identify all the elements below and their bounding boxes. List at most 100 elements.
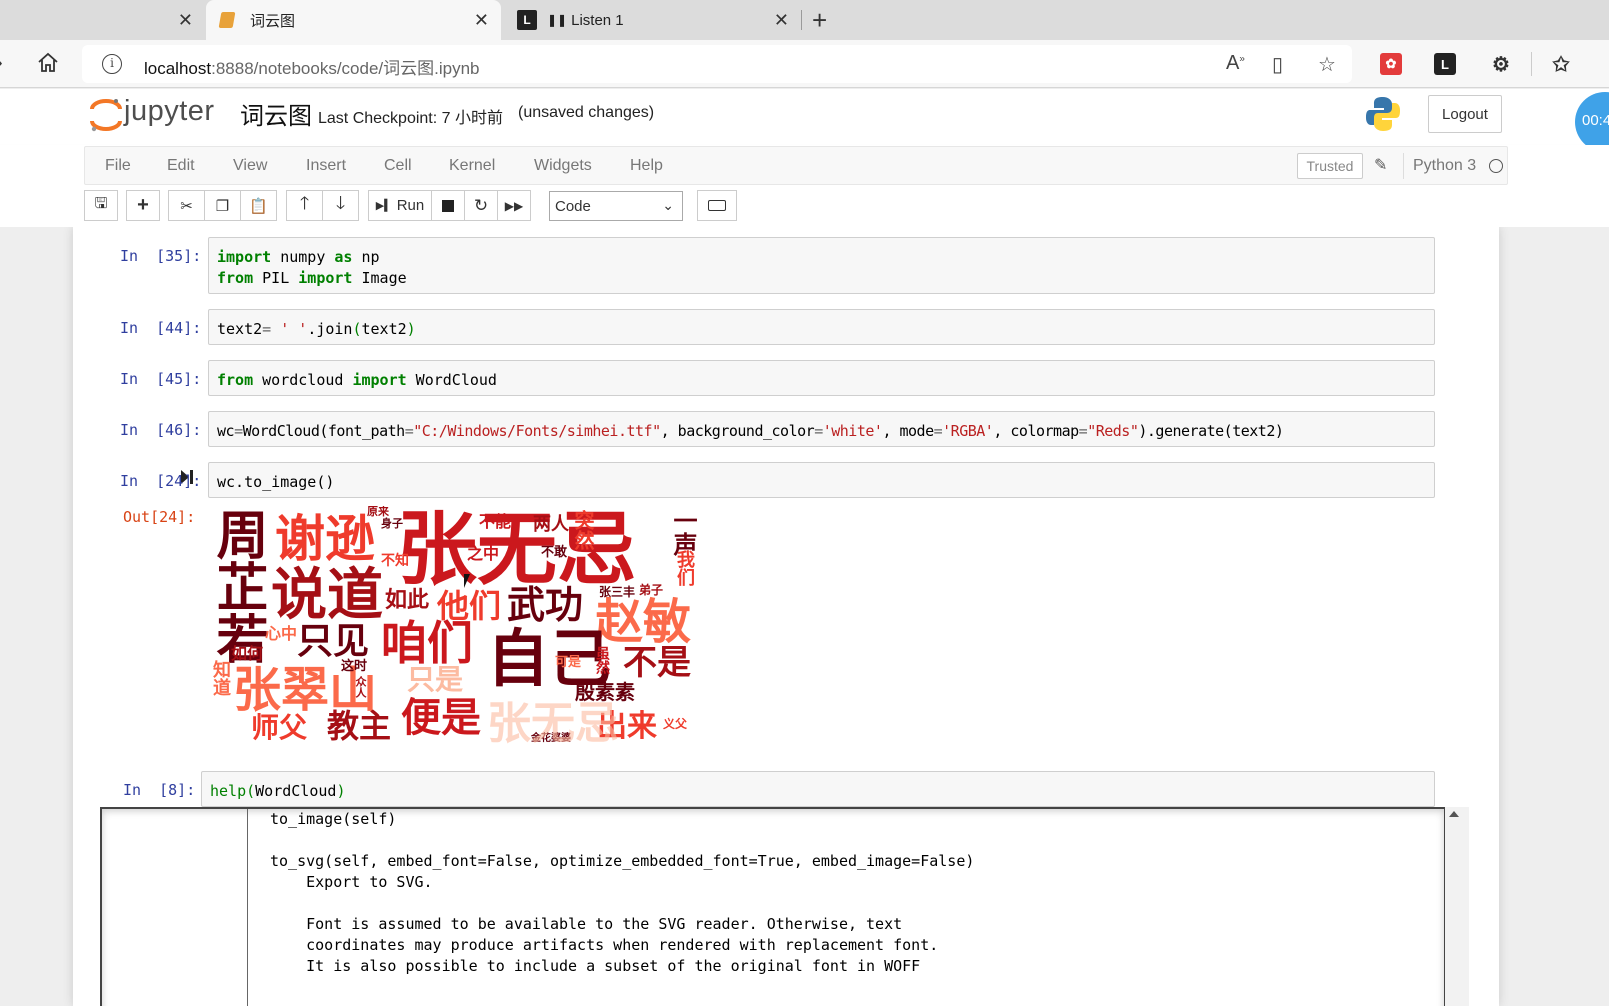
address-bar[interactable]: i localhost:8888/notebooks/code/词云图.ipyn… — [82, 45, 1352, 83]
url-text: localhost:8888/notebooks/code/词云图.ipynb — [144, 59, 480, 78]
read-aloud-icon[interactable]: A» — [1226, 52, 1245, 75]
add-favorite-icon[interactable]: ☆ — [1318, 52, 1336, 77]
menu-file[interactable]: File — [105, 157, 131, 175]
notebook-page: In [35]: import numpy as np from PIL imp… — [73, 227, 1499, 1006]
home-icon[interactable] — [36, 51, 60, 75]
save-icon: 🖫 — [94, 195, 108, 212]
menu-edit[interactable]: Edit — [167, 157, 195, 175]
wordcloud-word: 只见 — [297, 621, 370, 662]
kernel-status-icon — [1489, 159, 1503, 173]
help-scrollbar[interactable] — [1445, 807, 1469, 1006]
browser-tab-bar: ✕ 词云图 ✕ L ❚❚ Listen 1 ✕ + — [0, 0, 1609, 40]
cut-button[interactable]: ✂ — [168, 190, 205, 221]
notebook-menubar-area: File Edit View Insert Cell Kernel Widget… — [0, 145, 1609, 227]
wordcloud-word: 可是 — [555, 655, 582, 670]
notebook-container[interactable]: In [35]: import numpy as np from PIL imp… — [0, 227, 1609, 1006]
browser-toolbar: › i localhost:8888/notebooks/code/词云图.ip… — [0, 40, 1609, 88]
insert-cell-button[interactable]: + — [126, 190, 160, 221]
interrupt-button[interactable] — [431, 190, 465, 221]
wordcloud-word: 弟子 — [639, 583, 664, 597]
restart-run-all-button[interactable]: ▶▶ — [497, 190, 531, 221]
trusted-indicator[interactable]: Trusted — [1297, 153, 1363, 179]
wordcloud-word: 教主 — [327, 707, 392, 745]
code-cell-input[interactable]: text2= ' '.join(text2) — [208, 309, 1435, 345]
keyboard-icon — [708, 200, 726, 211]
paste-button[interactable]: 📋 — [240, 190, 277, 221]
paste-icon: 📋 — [249, 197, 268, 215]
code-cell-input[interactable]: wc=WordCloud(font_path="C:/Windows/Fonts… — [208, 411, 1435, 447]
wordcloud-image: 张无忌 谢逊 说道 周芷若 赵敏 自己 咱们 他们 武功 只见 张翠山 便是 教… — [211, 506, 701, 749]
wordcloud-word: 武功 — [507, 583, 584, 627]
wordcloud-word: 突然 — [571, 510, 595, 550]
wordcloud-word: 他们 — [437, 587, 502, 625]
close-tab-icon[interactable]: ✕ — [774, 10, 789, 31]
copy-button[interactable]: ❐ — [204, 190, 241, 221]
menu-kernel[interactable]: Kernel — [449, 157, 495, 175]
wordcloud-word: 师父 — [251, 711, 308, 744]
browser-tab-listen[interactable]: L ❚❚ Listen 1 ✕ — [505, 0, 801, 40]
extensions-puzzle-icon[interactable]: ⚙ — [1490, 53, 1512, 76]
tab-title: 词云图 — [250, 12, 296, 30]
wordcloud-word: 如何 — [231, 644, 264, 663]
copy-icon: ❐ — [215, 197, 230, 215]
extension-red-icon[interactable]: ✿ — [1380, 53, 1402, 75]
menu-widgets[interactable]: Widgets — [534, 157, 592, 175]
browser-tab-active[interactable]: 词云图 ✕ — [206, 0, 501, 40]
checkpoint-status: Last Checkpoint: 7 小时前 — [318, 110, 503, 127]
restart-button[interactable]: ↻ — [464, 190, 498, 221]
menu-view[interactable]: View — [233, 157, 267, 175]
output-prompt: Out[24]: — [123, 508, 196, 526]
wordcloud-word: 不敢 — [541, 545, 568, 560]
command-palette-button[interactable] — [697, 190, 737, 221]
info-icon[interactable]: i — [102, 54, 122, 74]
wordcloud-word: 这时 — [341, 659, 368, 674]
cell-prompt: In [24]: — [120, 472, 202, 490]
close-tab-icon[interactable]: ✕ — [474, 10, 489, 31]
close-tab-icon[interactable]: ✕ — [178, 10, 193, 31]
wordcloud-word: 虽然 — [594, 646, 610, 674]
tab-separator — [801, 10, 802, 30]
wordcloud-word: 身子 — [381, 517, 403, 530]
scroll-up-icon[interactable] — [1449, 811, 1459, 817]
tab-title: Listen 1 — [571, 11, 624, 29]
menu-cell[interactable]: Cell — [384, 157, 412, 175]
cell-type-select[interactable]: Code ⌄ — [549, 191, 683, 221]
cell-prompt: In [8]: — [123, 781, 196, 799]
wordcloud-word: 心中 — [265, 624, 298, 643]
wordcloud-word: 张无忌 — [397, 506, 637, 596]
browser-tab-previous[interactable]: ✕ — [0, 0, 205, 40]
help-pipe-bar — [247, 809, 248, 1006]
menu-insert[interactable]: Insert — [306, 157, 346, 175]
cell-prompt: In [44]: — [120, 319, 202, 337]
wordcloud-word: 谢逊 — [275, 510, 375, 568]
run-button[interactable]: ▶▍ Run — [368, 190, 432, 221]
new-tab-icon[interactable]: + — [812, 5, 827, 36]
logout-button[interactable]: Logout — [1428, 95, 1502, 133]
immersive-reader-icon[interactable]: ▯ — [1272, 52, 1283, 77]
move-up-button[interactable]: 🡑 — [286, 190, 323, 221]
code-cell-input[interactable]: import numpy as np from PIL import Image — [208, 237, 1435, 294]
move-down-button[interactable]: 🡓 — [322, 190, 359, 221]
notebook-title[interactable]: 词云图 — [240, 96, 312, 131]
arrow-down-icon: 🡓 — [335, 192, 346, 213]
code-cell-input[interactable]: wc.to_image() — [208, 462, 1435, 498]
wordcloud-word: 两人 — [533, 514, 569, 535]
wordcloud-word: 如此 — [385, 588, 430, 613]
wordcloud-word: 不知 — [381, 553, 409, 569]
stop-icon — [442, 199, 454, 212]
extension-listen-icon[interactable]: L — [1434, 53, 1456, 75]
back-icon[interactable]: › — [0, 52, 3, 75]
menubar: File Edit View Insert Cell Kernel Widget… — [84, 146, 1508, 185]
toolbar-separator — [1531, 52, 1532, 76]
unsaved-status: (unsaved changes) — [518, 104, 655, 121]
code-cell-input[interactable]: from wordcloud import WordCloud — [208, 360, 1435, 396]
pencil-icon[interactable]: ✎ — [1374, 155, 1387, 175]
favorites-icon[interactable]: ✩ — [1550, 53, 1572, 76]
wordcloud-word: 众人 — [354, 676, 367, 698]
jupyter-header: jupyter 词云图 Last Checkpoint: 7 小时前 (unsa… — [0, 89, 1609, 145]
menu-help[interactable]: Help — [630, 157, 663, 175]
save-button[interactable]: 🖫 — [84, 190, 118, 221]
code-cell-input[interactable]: help(WordCloud) — [201, 771, 1435, 807]
kernel-name[interactable]: Python 3 — [1413, 157, 1476, 175]
help-output-pager[interactable]: to_image(self) to_svg(self, embed_font=F… — [100, 807, 1446, 1006]
